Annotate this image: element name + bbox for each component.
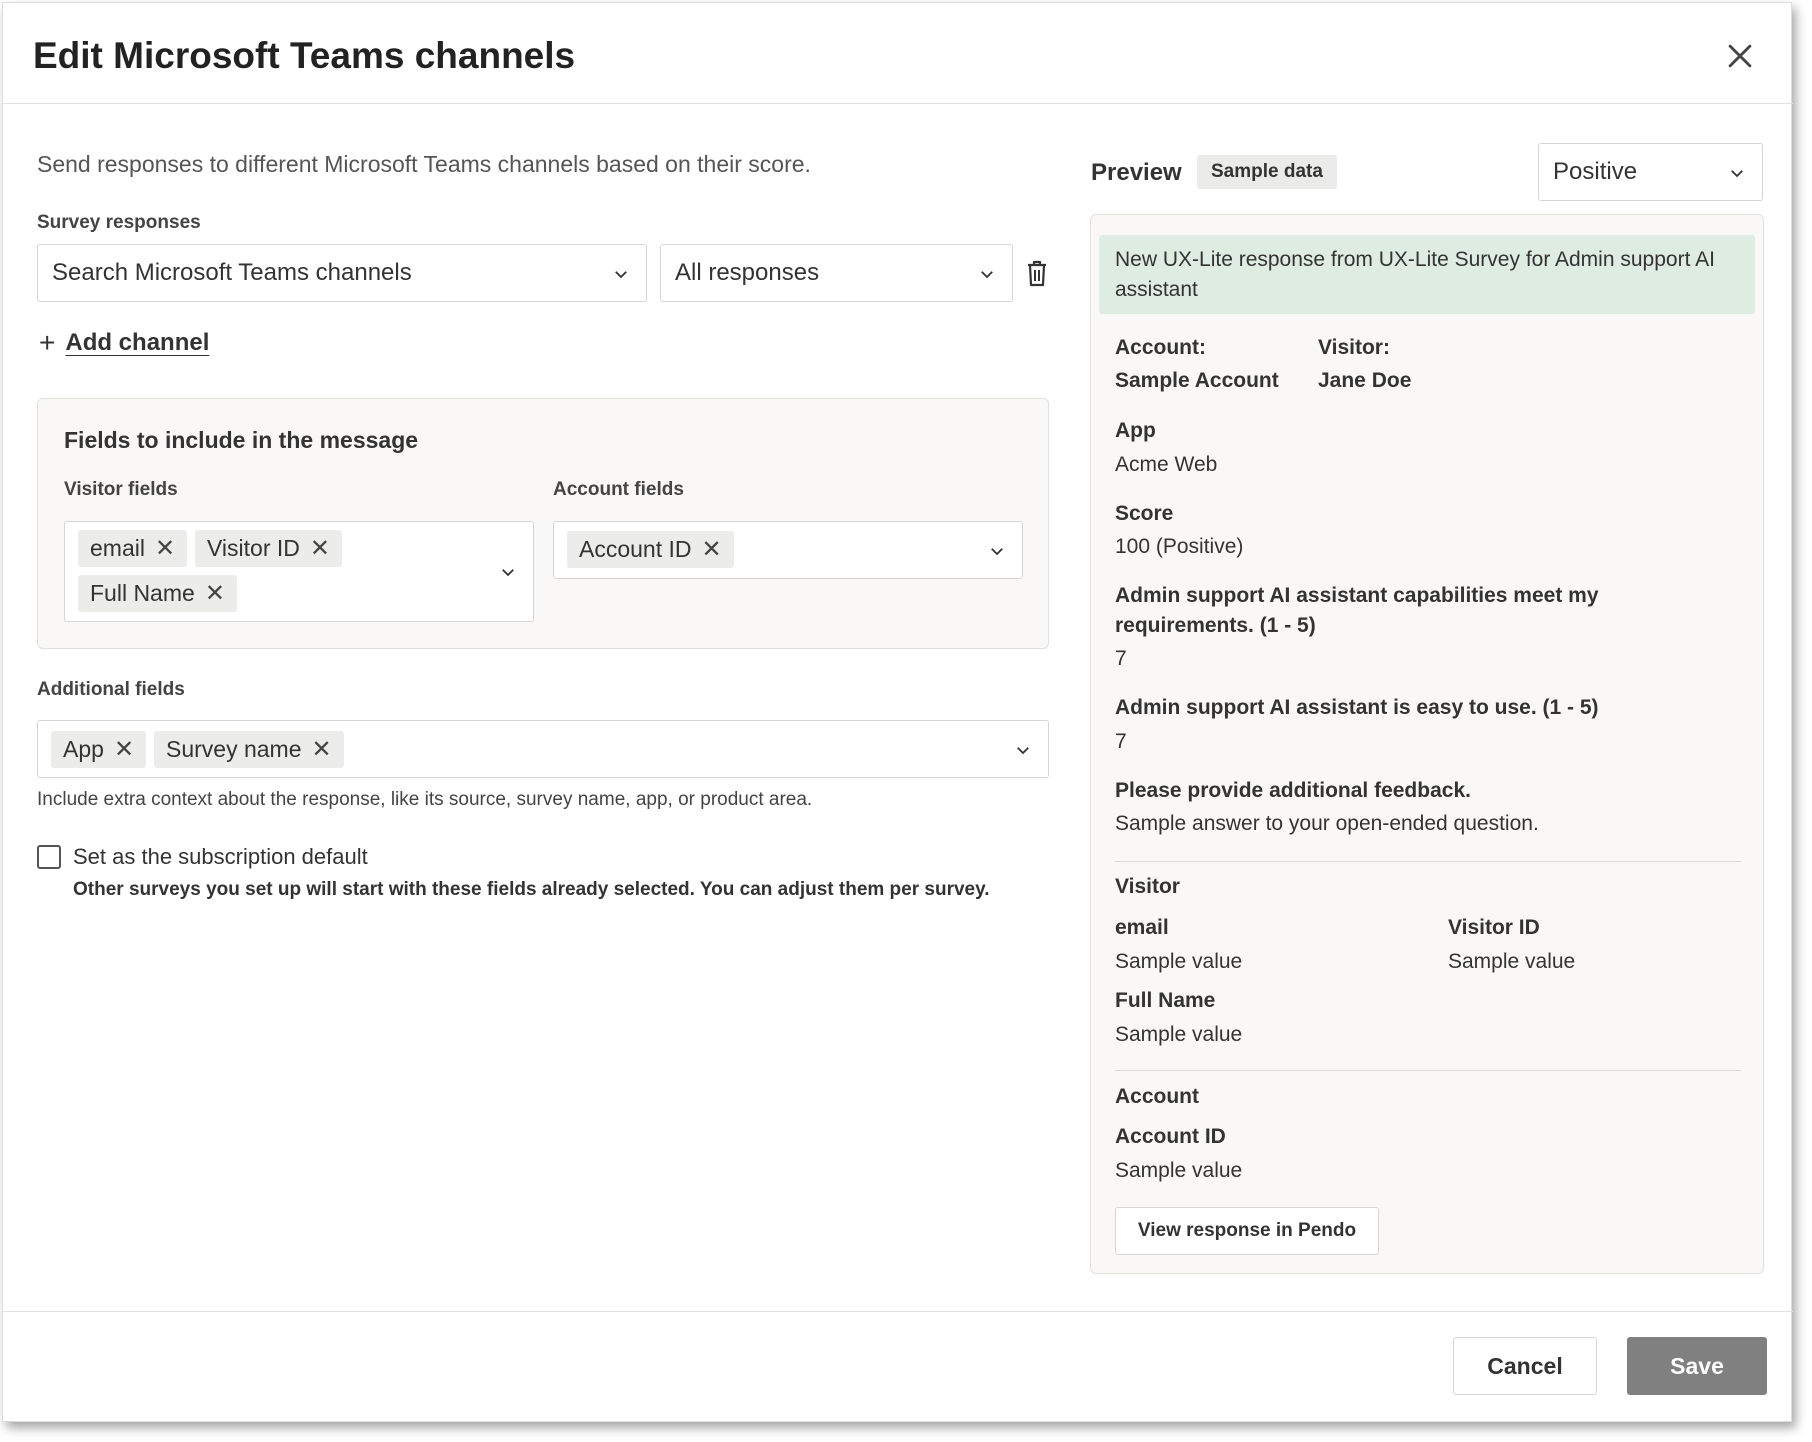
preview-question-2-value: 7 [1115,730,1127,753]
additional-fields-label: Additional fields [37,679,185,700]
preview-question-1-line-2: requirements. (1 - 5) [1115,614,1316,637]
divider [1115,861,1741,862]
trash-icon[interactable] [1025,259,1049,287]
remove-chip-icon[interactable]: ✕ [155,534,175,563]
subscription-default-help: Other surveys you set up will start with… [73,879,990,900]
visitor-chip-visitor-id: Visitor ID ✕ [195,530,342,567]
preview-account-value: Sample Account [1115,369,1279,392]
preview-account-label: Account: [1115,336,1206,359]
preview-panel: New UX-Lite response from UX-Lite Survey… [1090,214,1764,1274]
preview-account-section: Account [1115,1085,1199,1108]
add-channel-button[interactable]: + Add channel [39,329,209,357]
account-fields-label: Account fields [553,479,684,500]
preview-question-3-label: Please provide additional feedback. [1115,779,1471,802]
preview-visitor-email-value: Sample value [1115,950,1243,973]
preview-visitor-name-label: Full Name [1115,989,1216,1012]
visitor-fields-label: Visitor fields [64,479,178,500]
subscription-default-checkbox[interactable] [37,845,61,869]
preview-visitor-id-value: Sample value [1448,950,1576,973]
account-fields-select[interactable]: Account ID ✕ [553,521,1023,579]
divider [1115,1070,1741,1071]
channel-select-value: Search Microsoft Teams channels [52,259,412,286]
chevron-down-icon [1017,747,1029,755]
chip-label: Full Name [90,580,195,606]
account-chip-account-id: Account ID ✕ [567,531,734,568]
preview-question-2-label: Admin support AI assistant is easy to us… [1115,696,1599,719]
preview-account-id-value: Sample value [1115,1159,1243,1182]
preview-banner: New UX-Lite response from UX-Lite Survey… [1099,235,1755,314]
sample-data-badge: Sample data [1197,155,1337,189]
preview-app-value: Acme Web [1115,453,1218,476]
remove-chip-icon[interactable]: ✕ [702,535,722,564]
save-button[interactable]: Save [1627,1337,1767,1395]
preview-app-label: App [1115,419,1156,442]
add-channel-label: Add channel [65,329,210,356]
dialog-header: Edit Microsoft Teams channels [3,3,1793,104]
preview-question-3-value: Sample answer to your open-ended questio… [1115,812,1539,835]
preview-visitor-email-label: email [1115,916,1169,939]
remove-chip-icon[interactable]: ✕ [205,579,225,608]
preview-visitor-id-label: Visitor ID [1448,916,1540,939]
chip-label: Survey name [166,736,302,762]
responses-select-value: All responses [675,259,820,286]
responses-filter-select[interactable]: All responses [660,244,1013,302]
footer-divider [3,1311,1793,1312]
view-response-button[interactable]: View response in Pendo [1115,1207,1379,1255]
visitor-fields-select[interactable]: email ✕ Visitor ID ✕ Full Name ✕ [64,521,534,622]
chip-label: Account ID [579,536,692,562]
preview-visitor-name-value: Sample value [1115,1023,1243,1046]
chevron-down-icon [1731,170,1743,178]
additional-chip-survey-name: Survey name ✕ [154,731,344,768]
dialog-title: Edit Microsoft Teams channels [33,35,576,76]
survey-responses-label: Survey responses [37,212,201,233]
preview-visitor-label: Visitor: [1318,336,1390,359]
edit-teams-channels-dialog: Edit Microsoft Teams channels Send respo… [2,2,1793,1422]
preview-score-label: Score [1115,502,1174,525]
remove-chip-icon[interactable]: ✕ [312,735,332,764]
chevron-down-icon [991,548,1003,556]
plus-icon: + [39,327,56,358]
close-icon[interactable] [1723,39,1757,73]
sentiment-select[interactable]: Positive [1538,143,1763,201]
channel-search-select[interactable]: Search Microsoft Teams channels [37,244,647,302]
subscription-default-label: Set as the subscription default [73,844,368,869]
preview-title: Preview [1091,159,1182,186]
fields-box-title: Fields to include in the message [64,427,419,453]
remove-chip-icon[interactable]: ✕ [114,735,134,764]
visitor-chip-full-name: Full Name ✕ [78,575,237,612]
preview-score-value: 100 (Positive) [1115,535,1244,558]
additional-chip-app: App ✕ [51,731,147,768]
preview-question-1-value: 7 [1115,647,1127,670]
preview-visitor-section: Visitor [1115,875,1180,898]
chip-label: Visitor ID [207,535,300,561]
remove-chip-icon[interactable]: ✕ [310,534,330,563]
additional-fields-help: Include extra context about the response… [37,789,813,810]
chip-label: App [63,736,104,762]
chevron-down-icon [502,569,514,577]
visitor-chip-email: email ✕ [78,530,188,567]
chevron-down-icon [615,271,627,279]
intro-text: Send responses to different Microsoft Te… [37,151,811,177]
preview-account-id-label: Account ID [1115,1125,1226,1148]
additional-fields-select[interactable]: App ✕ Survey name ✕ [37,720,1049,778]
cancel-button[interactable]: Cancel [1453,1337,1597,1395]
chip-label: email [90,535,145,561]
chevron-down-icon [981,271,993,279]
preview-visitor-value: Jane Doe [1318,369,1412,392]
sentiment-select-value: Positive [1553,158,1638,185]
preview-question-1-line-1: Admin support AI assistant capabilities … [1115,584,1599,607]
fields-to-include-box: Fields to include in the message Visitor… [37,398,1049,649]
